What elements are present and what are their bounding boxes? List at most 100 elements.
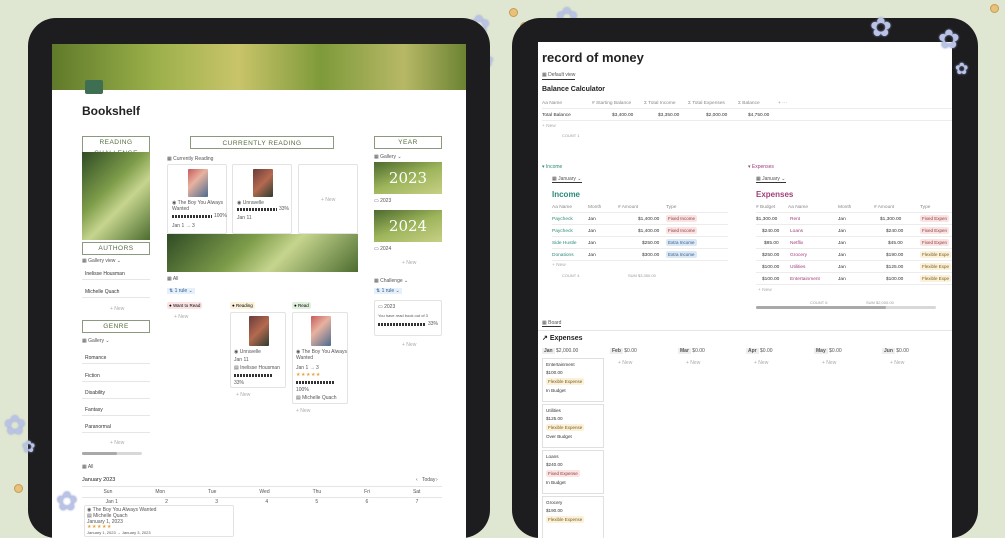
income-month-tab[interactable]: ▦ January ⌄ bbox=[552, 176, 582, 183]
genre-item[interactable]: Fantasy bbox=[82, 404, 150, 416]
calendar-next-button[interactable]: › bbox=[436, 477, 438, 483]
board-column-mar[interactable]: Mar $0.00 bbox=[678, 348, 705, 354]
expense-row[interactable]: $85.00 Netflix Jan $45.00 Fixed Expen bbox=[756, 238, 952, 249]
expenses-count: COUNT 6 bbox=[810, 300, 828, 305]
genre-heading: GENRE bbox=[82, 320, 150, 333]
expense-row[interactable]: $100.00 Utilities Jan $125.00 Flexible Expe bbox=[756, 262, 952, 273]
board-book-card[interactable]: ◉ The Boy You Always Wanted Jan 1 → 3 ★★… bbox=[292, 312, 348, 404]
challenge-view-tab[interactable]: ▦ Challenge ⌄ bbox=[374, 278, 408, 284]
board-column-feb[interactable]: Feb $0.00 bbox=[610, 348, 637, 354]
challenge-card[interactable]: ▭ 2023 You have read book out of 3 33% bbox=[374, 300, 442, 336]
page-title: Bookshelf bbox=[82, 104, 141, 118]
year-2023-image[interactable]: 2023 bbox=[374, 162, 442, 194]
read-column[interactable]: ● Read bbox=[292, 302, 311, 309]
expense-row[interactable]: $250.00 Grocery Jan $190.00 Flexible Expe bbox=[756, 250, 952, 261]
expenses-scrollbar[interactable] bbox=[756, 306, 936, 309]
year-2024-image[interactable]: 2024 bbox=[374, 210, 442, 242]
book-card[interactable]: ◉ The Boy You Always Wanted 100% Jan 1 →… bbox=[167, 164, 227, 234]
expense-row[interactable]: $240.00 Loans Jan $240.00 Fixed Expen bbox=[756, 226, 952, 237]
income-row[interactable]: Side Hustle Jan $250.00 Extra Income bbox=[552, 238, 728, 249]
genre-item[interactable]: Fiction bbox=[82, 370, 150, 382]
jun-new-button[interactable]: + New bbox=[890, 360, 904, 366]
progress-text: 33% bbox=[234, 380, 245, 386]
board-column-jan[interactable]: Jan $2,000.00 bbox=[542, 348, 578, 354]
book-dates: Jan 1 → 3 bbox=[296, 365, 319, 371]
default-view-tab[interactable]: ▦ Default view bbox=[542, 72, 576, 80]
challenge-progress-bar bbox=[378, 323, 426, 326]
expenses-month-tab[interactable]: ▦ January ⌄ bbox=[756, 176, 786, 183]
book-cover-image bbox=[311, 316, 331, 346]
income-new-button[interactable]: + New bbox=[552, 263, 566, 268]
genre-new-button[interactable]: + New bbox=[110, 440, 124, 446]
board-expense-card[interactable]: Grocery $190.00 Flexible Expense bbox=[542, 496, 604, 538]
currently-reading-heading: CURRENTLY READING bbox=[190, 136, 334, 149]
expenses-table: # Budget Aa Name Month # Amount Type $1,… bbox=[756, 202, 952, 312]
currently-reading-view-tab[interactable]: ▦ Currently Reading bbox=[167, 156, 213, 162]
income-section-toggle[interactable]: ▾ Income bbox=[542, 164, 562, 170]
board-column-may[interactable]: May $0.00 bbox=[814, 348, 842, 354]
income-table: Aa Name Month # Amount Type Paycheck Jan $… bbox=[552, 202, 728, 282]
genre-item[interactable]: Paranormal bbox=[82, 421, 150, 433]
calendar-event[interactable]: ◉ The Boy You Always Wanted ▤ Michelle Q… bbox=[84, 505, 234, 537]
progress-bar bbox=[296, 381, 334, 384]
balance-new-button[interactable]: + New bbox=[542, 124, 556, 129]
board-column-jun[interactable]: Jun $0.00 bbox=[882, 348, 909, 354]
expenses-sum: SUM $2,000.00 bbox=[866, 300, 894, 305]
reading-new-button[interactable]: + New bbox=[236, 392, 250, 398]
book-card[interactable]: ◉ Unravelle 33% Jan 11 bbox=[232, 164, 292, 234]
author-item[interactable]: Inelisse Housman bbox=[82, 268, 150, 280]
genre-item[interactable]: Romance bbox=[82, 352, 150, 364]
board-divider bbox=[538, 330, 952, 331]
board-column-apr[interactable]: Apr $0.00 bbox=[746, 348, 773, 354]
income-row[interactable]: Paycheck Jan $1,400.00 Fixed Income bbox=[552, 226, 728, 237]
board-expense-card[interactable]: Utilities $125.00 Flexible Expense Over Bu… bbox=[542, 404, 604, 448]
authors-view-tab[interactable]: ▦ Gallery view ⌄ bbox=[82, 258, 121, 264]
calendar-prev-button[interactable]: ‹ bbox=[416, 477, 418, 483]
author-item[interactable]: Michelle Quach bbox=[82, 286, 150, 298]
calendar-today-button[interactable]: Today bbox=[422, 477, 435, 483]
flower-decoration-icon: ✿ bbox=[56, 486, 78, 516]
progress-bar bbox=[234, 374, 272, 377]
may-new-button[interactable]: + New bbox=[822, 360, 836, 366]
board-expense-card[interactable]: Entertainment $100.00 Flexible Expense In … bbox=[542, 358, 604, 402]
year-gallery-tab[interactable]: ▦ Gallery ⌄ bbox=[374, 154, 402, 160]
challenge-filter[interactable]: ⇅ 1 rule ⌄ bbox=[374, 288, 402, 294]
genre-scrollbar[interactable] bbox=[82, 452, 142, 455]
balance-count: COUNT 1 bbox=[562, 133, 580, 138]
genre-item[interactable]: Disability bbox=[82, 387, 150, 399]
want-to-read-new-button[interactable]: + New bbox=[174, 314, 188, 320]
calendar-view-tab[interactable]: ▦ All bbox=[82, 464, 93, 470]
feb-new-button[interactable]: + New bbox=[618, 360, 632, 366]
board-book-card[interactable]: ◉ Unravelle Jan 11 ▤ Inelisse Housman 33… bbox=[230, 312, 286, 388]
challenge-new-button[interactable]: + New bbox=[402, 342, 416, 348]
board-filter[interactable]: ⇅ 1 rule ⌄ bbox=[167, 288, 195, 294]
challenge-year: ▭ 2023 bbox=[378, 304, 396, 310]
new-card-button[interactable]: + New bbox=[298, 164, 358, 234]
year-new-button[interactable]: + New bbox=[402, 260, 416, 266]
mar-new-button[interactable]: + New bbox=[686, 360, 700, 366]
board-view-tab[interactable]: ▦ Board bbox=[542, 320, 562, 327]
expenses-new-button[interactable]: + New bbox=[758, 288, 772, 293]
read-new-button[interactable]: + New bbox=[296, 408, 310, 414]
board-expenses-title: ↗ Expenses bbox=[542, 335, 583, 342]
bunny-forest-image bbox=[82, 152, 150, 240]
income-row[interactable]: Paycheck Jan $1,400.00 Fixed Income bbox=[552, 214, 728, 225]
balance-row[interactable]: Total Balance $3,400.00 $3,350.00 $2,000… bbox=[542, 110, 952, 121]
want-to-read-column[interactable]: ● Want to Read bbox=[167, 302, 203, 309]
authors-new-button[interactable]: + New bbox=[110, 306, 124, 312]
genre-view-tab[interactable]: ▦ Gallery ⌄ bbox=[82, 338, 110, 344]
book-author: ▤ Michelle Quach bbox=[296, 395, 337, 401]
expenses-section-toggle[interactable]: ▾ Expenses bbox=[748, 164, 774, 170]
board-expense-card[interactable]: Loans $240.00 Fixed Expense In Budget bbox=[542, 450, 604, 494]
book-title: ◉ Unravelle bbox=[234, 349, 261, 355]
income-row[interactable]: Donations Jan $300.00 Extra Income bbox=[552, 250, 728, 261]
board-view-tab[interactable]: ▦ All bbox=[167, 276, 178, 282]
reading-column[interactable]: ● Reading bbox=[230, 302, 255, 309]
add-column-button[interactable]: + ⋯ bbox=[778, 98, 787, 109]
year-2024-label[interactable]: ▭ 2024 bbox=[374, 246, 391, 252]
year-2023-label[interactable]: ▭ 2023 bbox=[374, 198, 391, 204]
expense-row[interactable]: $1,300.00 Rent Jan $1,300.00 Fixed Expen bbox=[756, 214, 952, 225]
right-tablet: record of money ▦ Default view Balance C… bbox=[512, 18, 978, 538]
apr-new-button[interactable]: + New bbox=[754, 360, 768, 366]
expense-row[interactable]: $100.00 Entertainment Jan $100.00 Flexible E… bbox=[756, 274, 952, 285]
